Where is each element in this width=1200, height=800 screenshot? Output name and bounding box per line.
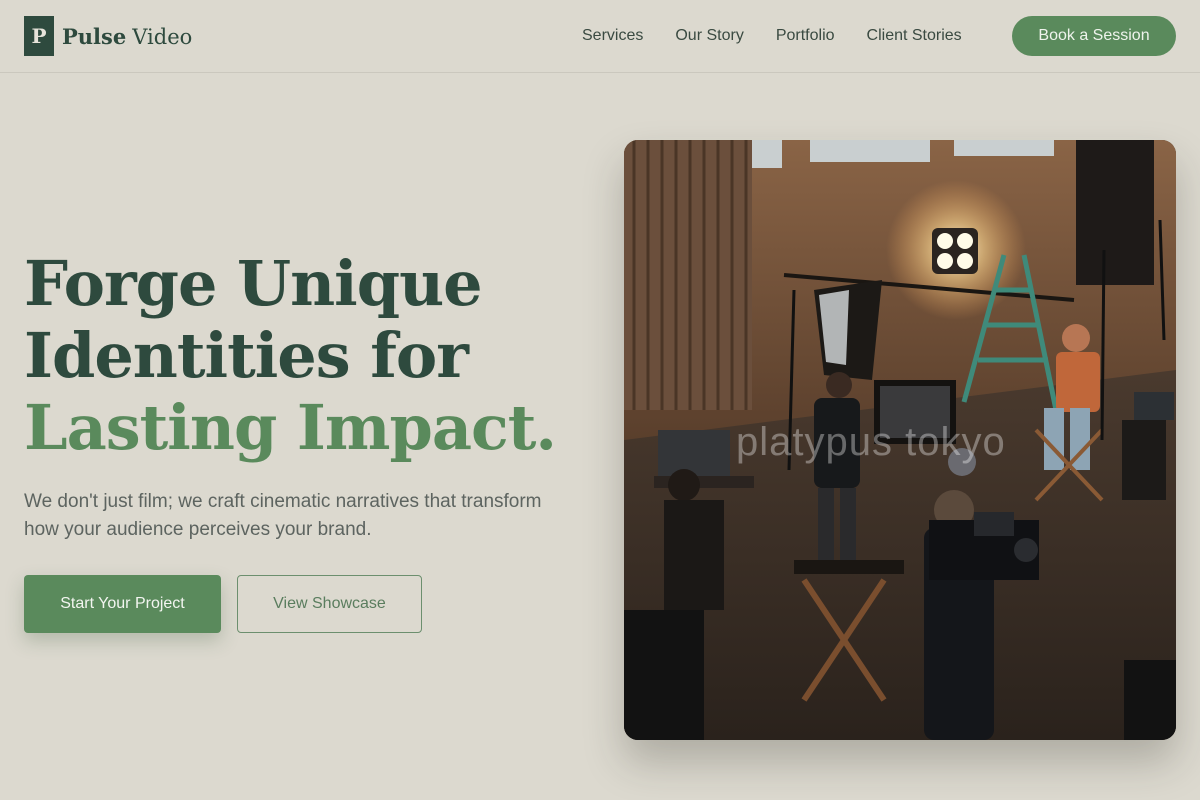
logo-regular-text: Video [132, 24, 193, 49]
hero-title-line-3: Lasting Impact. [24, 391, 557, 464]
start-project-button[interactable]: Start Your Project [24, 575, 221, 633]
logo-mark: P [24, 16, 54, 56]
image-watermark: platypus tokyo [736, 420, 1006, 464]
hero-title: Forge Unique Identities for Lasting Impa… [24, 248, 604, 464]
hero-title-line-2: Identities for [24, 319, 469, 392]
site-header: P Pulse Video Services Our Story Portfoli… [0, 0, 1200, 73]
nav-services[interactable]: Services [582, 27, 643, 45]
book-session-button[interactable]: Book a Session [1012, 16, 1176, 56]
nav-portfolio[interactable]: Portfolio [776, 27, 835, 45]
logo-bold-text: Pulse [62, 23, 127, 49]
hero-subtitle: We don't just film; we craft cinematic n… [24, 491, 542, 540]
view-showcase-button[interactable]: View Showcase [237, 575, 422, 633]
logo-text: Pulse Video [62, 24, 192, 49]
logo[interactable]: P Pulse Video [24, 16, 192, 56]
film-set-photo: platypus tokyo [624, 140, 1176, 740]
nav-client-stories[interactable]: Client Stories [867, 27, 962, 45]
hero-title-line-1: Forge Unique [24, 247, 483, 320]
main-nav: Services Our Story Portfolio Client Stor… [567, 16, 994, 56]
nav-our-story[interactable]: Our Story [675, 27, 743, 45]
